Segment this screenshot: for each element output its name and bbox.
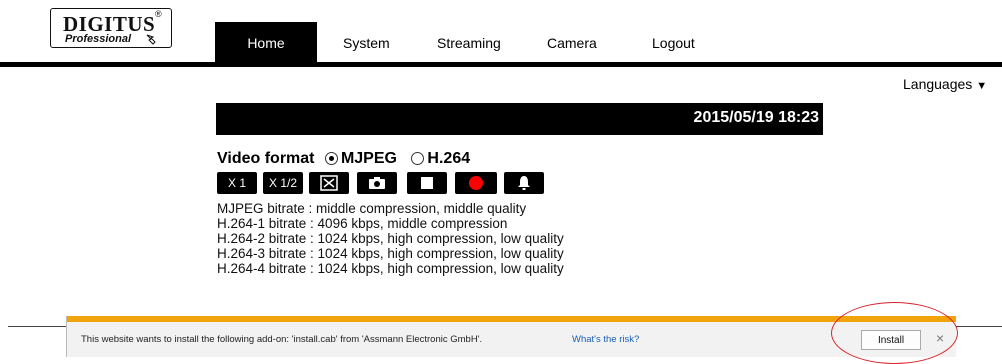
- bitrate-line-h264-4: H.264-4 bitrate : 1024 kbps, high compre…: [217, 261, 564, 276]
- snapshot-button[interactable]: [357, 172, 397, 194]
- bitrate-line-h264-2: H.264-2 bitrate : 1024 kbps, high compre…: [217, 231, 564, 246]
- languages-label: Languages: [903, 76, 973, 92]
- stop-button[interactable]: [407, 172, 447, 194]
- option-mjpeg-label[interactable]: MJPEG: [341, 150, 397, 167]
- stop-icon: [421, 177, 433, 189]
- bitrate-line-h264-3: H.264-3 bitrate : 1024 kbps, high compre…: [217, 246, 564, 261]
- hand-cursor-icon: [146, 34, 156, 45]
- zoom-half-button[interactable]: X 1/2: [263, 172, 303, 194]
- nav-underline: [0, 62, 1002, 67]
- bitrate-line-mjpeg: MJPEG bitrate : middle compression, midd…: [217, 201, 527, 216]
- tab-home[interactable]: Home: [215, 22, 317, 62]
- tab-logout[interactable]: Logout: [652, 22, 695, 62]
- content-frame-line-left: [8, 326, 66, 327]
- logo-subtitle: Professional: [65, 33, 132, 45]
- tab-streaming[interactable]: Streaming: [437, 22, 501, 62]
- video-format-selector: Video format MJPEG H.264: [217, 150, 474, 168]
- radio-h264[interactable]: [411, 152, 425, 165]
- tab-camera[interactable]: Camera: [547, 22, 597, 62]
- content-frame-line-right: [955, 326, 1002, 327]
- bitrate-line-h264-1: H.264-1 bitrate : 4096 kbps, middle comp…: [217, 216, 508, 231]
- close-icon[interactable]: ×: [936, 330, 944, 346]
- bell-icon: [518, 176, 530, 190]
- addon-install-notification-bar: This website wants to install the follow…: [66, 316, 956, 357]
- zoom-1x-button[interactable]: X 1: [217, 172, 257, 194]
- fullscreen-icon: [320, 175, 338, 191]
- record-button[interactable]: [455, 172, 497, 194]
- camera-icon: [369, 177, 385, 189]
- video-format-label: Video format: [217, 150, 315, 167]
- whats-the-risk-link[interactable]: What's the risk?: [572, 334, 639, 345]
- fullscreen-button[interactable]: [309, 172, 349, 194]
- alarm-button[interactable]: [504, 172, 544, 194]
- notification-message: This website wants to install the follow…: [81, 334, 483, 345]
- date-time-bar: 2015/05/19 18:23: [216, 103, 823, 135]
- digitus-logo: DIGITUS ® Professional: [50, 8, 172, 48]
- notification-accent-bar: [67, 316, 956, 322]
- bitrate-info-list: MJPEG bitrate : middle compression, midd…: [217, 201, 564, 276]
- install-button[interactable]: Install: [861, 330, 921, 350]
- record-icon: [469, 176, 483, 190]
- logo-registered-mark: ®: [155, 9, 162, 19]
- radio-mjpeg[interactable]: [324, 152, 338, 165]
- option-h264-label[interactable]: H.264: [427, 150, 470, 167]
- tab-system[interactable]: System: [343, 22, 390, 62]
- date-time-display: 2015/05/19 18:23: [693, 109, 819, 126]
- chevron-down-icon: ▼: [976, 80, 988, 92]
- languages-dropdown[interactable]: Languages ▼: [903, 76, 987, 92]
